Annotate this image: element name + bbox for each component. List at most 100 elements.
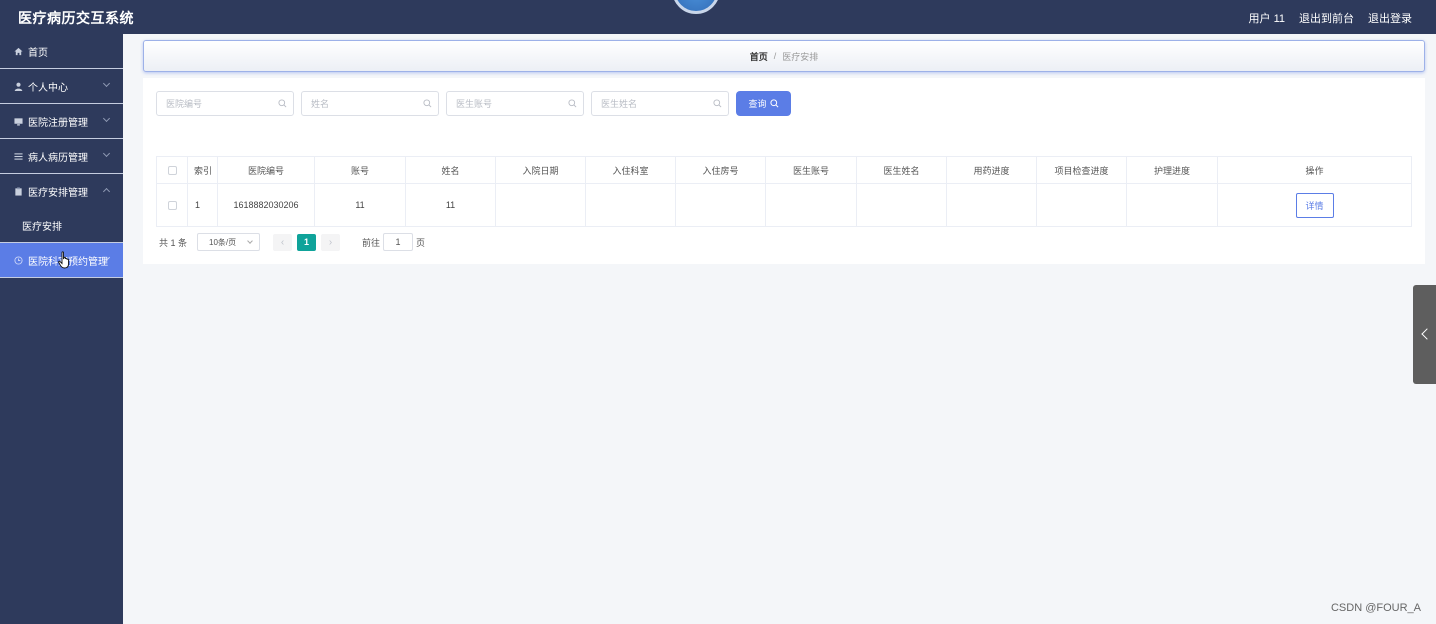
clock-icon bbox=[12, 255, 24, 265]
logo-avatar bbox=[672, 0, 720, 14]
home-icon bbox=[12, 47, 24, 56]
sidebar-item-label: 个人中心 bbox=[28, 82, 68, 94]
sidebar-item-medical-arrangement[interactable]: 医疗安排管理 bbox=[0, 174, 123, 209]
column-header: 索引 bbox=[187, 156, 218, 184]
sidebar-item-personal-center[interactable]: 个人中心 bbox=[0, 69, 123, 104]
column-header: 护理进度 bbox=[1126, 156, 1218, 184]
cell-admit-date bbox=[495, 183, 586, 227]
user-icon bbox=[12, 82, 24, 91]
page-size-value: 10条/页 bbox=[209, 237, 237, 247]
header-actions: 用户 11 退出到前台 退出登录 bbox=[1249, 10, 1412, 26]
chevron-down-icon bbox=[102, 79, 111, 88]
total-count: 共 1 条 bbox=[159, 237, 188, 248]
column-header: 医院编号 bbox=[217, 156, 315, 184]
page-number-current[interactable]: 1 bbox=[297, 233, 317, 251]
search-icon bbox=[278, 99, 287, 108]
sidebar-item-patient-records[interactable]: 病人病历管理 bbox=[0, 139, 123, 174]
page-size-select[interactable]: 10条/页 bbox=[197, 233, 261, 251]
sidebar-item-label: 医疗安排管理 bbox=[28, 188, 88, 199]
search-bar: 查询 bbox=[156, 91, 791, 116]
cell-doctor-name bbox=[856, 183, 947, 227]
search-icon bbox=[423, 99, 432, 108]
column-header: 医生姓名 bbox=[856, 156, 947, 184]
back-to-front-link[interactable]: 退出到前台 bbox=[1299, 10, 1354, 26]
chevron-down-icon bbox=[102, 114, 111, 123]
prev-page-button[interactable]: ‹ bbox=[273, 233, 293, 251]
row-checkbox[interactable] bbox=[167, 201, 177, 211]
doctor-account-input[interactable] bbox=[447, 92, 583, 115]
app-title: 医疗病历交互系统 bbox=[18, 10, 134, 26]
content-card: 查询 索引 医院编号 账号 姓名 入院日期 入住科室 入住房号 医生账号 医生姓… bbox=[143, 78, 1425, 264]
column-header: 入住科室 bbox=[585, 156, 676, 184]
name-search bbox=[301, 91, 439, 116]
sidebar: 首页 个人中心 医院注册管理 病人病历管理 医疗安排管理 医疗安排 医院科室预约… bbox=[0, 34, 123, 624]
cell-medication bbox=[946, 183, 1037, 227]
cell-dept bbox=[585, 183, 676, 227]
chevron-down-icon bbox=[247, 238, 253, 244]
hospital-no-input[interactable] bbox=[157, 92, 293, 115]
list-icon bbox=[12, 152, 24, 161]
select-all-checkbox[interactable] bbox=[167, 166, 177, 176]
cell-nursing bbox=[1126, 183, 1218, 227]
column-header: 医生账号 bbox=[765, 156, 857, 184]
breadcrumb-separator: / bbox=[773, 51, 777, 61]
monitor-icon bbox=[12, 117, 24, 126]
column-header: 入院日期 bbox=[495, 156, 586, 184]
chevron-left-icon: ‹ bbox=[280, 236, 285, 248]
select-all-cell bbox=[156, 156, 188, 184]
column-header: 入住房号 bbox=[675, 156, 766, 184]
doctor-name-input[interactable] bbox=[592, 92, 728, 115]
sidebar-item-label: 医院注册管理 bbox=[28, 117, 88, 129]
page-suffix: 页 bbox=[416, 237, 426, 248]
clipboard-icon bbox=[12, 187, 24, 196]
table-header-row: 索引 医院编号 账号 姓名 入院日期 入住科室 入住房号 医生账号 医生姓名 用… bbox=[156, 156, 1412, 184]
data-table: 索引 医院编号 账号 姓名 入院日期 入住科室 入住房号 医生账号 医生姓名 用… bbox=[156, 156, 1412, 227]
breadcrumb: 首页 / 医疗安排 bbox=[143, 40, 1425, 72]
name-input[interactable] bbox=[302, 92, 438, 115]
cell-name: 11 bbox=[405, 183, 496, 227]
cell-hospital-no: 1618882030206 bbox=[217, 183, 315, 227]
sidebar-item-hospital-registration[interactable]: 医院注册管理 bbox=[0, 104, 123, 139]
sidebar-subitem-medical-arrangement[interactable]: 医疗安排 bbox=[0, 209, 123, 243]
cell-doctor-account bbox=[765, 183, 857, 227]
cell-index: 1 bbox=[187, 183, 218, 227]
chevron-right-icon: › bbox=[328, 236, 333, 248]
doctor-account-search bbox=[446, 91, 584, 116]
detail-button[interactable]: 详情 bbox=[1295, 192, 1334, 218]
pagination: 共 1 条 10条/页 ‹ 1 › 前往 页 bbox=[159, 233, 425, 251]
breadcrumb-current: 医疗安排 bbox=[782, 51, 819, 62]
chevron-left-icon bbox=[1421, 328, 1433, 340]
column-header: 操作 bbox=[1217, 156, 1412, 184]
query-button-label: 查询 bbox=[748, 99, 767, 109]
goto-label: 前往 bbox=[362, 237, 381, 248]
sidebar-item-label: 首页 bbox=[28, 47, 48, 59]
cell-room bbox=[675, 183, 766, 227]
cell-exam bbox=[1036, 183, 1127, 227]
search-icon bbox=[769, 99, 778, 108]
chevron-down-icon bbox=[102, 149, 111, 158]
user-label[interactable]: 用户 11 bbox=[1249, 10, 1285, 26]
next-page-button[interactable]: › bbox=[321, 233, 341, 251]
column-header: 用药进度 bbox=[946, 156, 1037, 184]
sidebar-item-department-booking[interactable]: 医院科室预约管理 bbox=[0, 243, 123, 278]
row-select-cell bbox=[156, 183, 188, 227]
collapse-panel-tab[interactable] bbox=[1413, 285, 1436, 384]
column-header: 账号 bbox=[314, 156, 406, 184]
chevron-up-icon bbox=[102, 187, 111, 196]
hospital-no-search bbox=[156, 91, 294, 116]
sidebar-item-label: 病人病历管理 bbox=[28, 152, 88, 164]
query-button[interactable]: 查询 bbox=[736, 91, 791, 116]
search-icon bbox=[568, 99, 577, 108]
watermark: CSDN @FOUR_A bbox=[1330, 602, 1421, 614]
logout-link[interactable]: 退出登录 bbox=[1368, 10, 1412, 26]
column-header: 姓名 bbox=[405, 156, 496, 184]
cell-account: 11 bbox=[314, 183, 406, 227]
column-header: 项目检查进度 bbox=[1036, 156, 1127, 184]
doctor-name-search bbox=[591, 91, 729, 116]
sidebar-item-home[interactable]: 首页 bbox=[0, 34, 123, 69]
breadcrumb-home[interactable]: 首页 bbox=[750, 50, 768, 63]
search-icon bbox=[713, 99, 722, 108]
hand-cursor-icon bbox=[58, 251, 69, 269]
goto-page-input[interactable] bbox=[383, 233, 414, 251]
cell-action: 详情 bbox=[1217, 183, 1412, 227]
